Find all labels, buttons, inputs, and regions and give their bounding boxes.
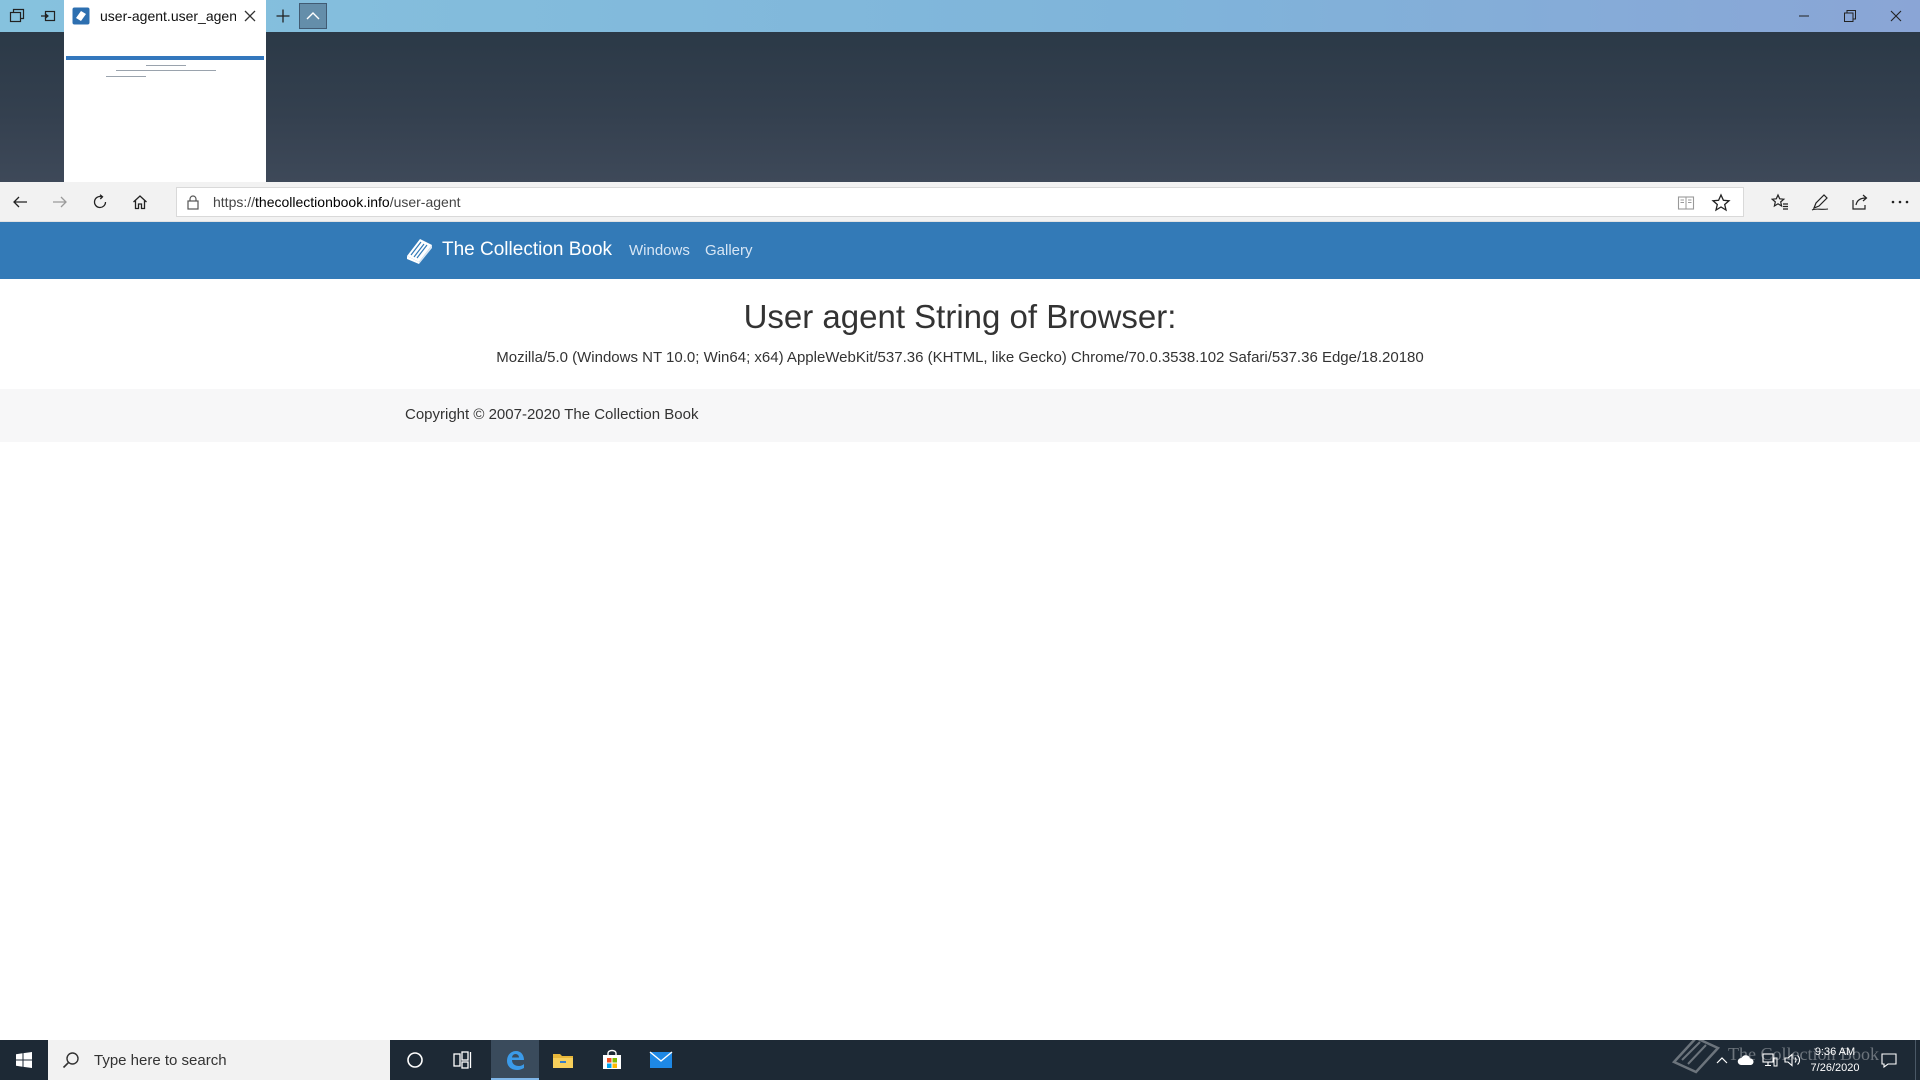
lock-icon[interactable] <box>185 194 201 210</box>
site-favicon-icon <box>72 7 90 25</box>
watermark-text: The Collection Book <box>1728 1043 1879 1064</box>
tab-bar: user-agent.user_agent - <box>0 0 1920 32</box>
start-button[interactable] <box>0 1040 48 1080</box>
task-view-icon <box>453 1051 472 1069</box>
reading-view-icon[interactable] <box>1677 194 1695 212</box>
set-aside-tabs-button[interactable] <box>33 3 63 29</box>
thumbnail-text-line <box>116 70 216 71</box>
page-title: User agent String of Browser: <box>743 298 1177 335</box>
nav-link-windows[interactable]: Windows <box>629 242 690 259</box>
taskbar-file-explorer[interactable] <box>539 1040 587 1080</box>
collapse-preview-icon <box>306 12 320 20</box>
taskbar-edge[interactable] <box>491 1040 539 1080</box>
taskbar-mail[interactable] <box>637 1040 685 1080</box>
thumbnail-nav-bar <box>66 56 264 60</box>
tab-title: user-agent.user_agent - <box>100 8 236 24</box>
windows-taskbar: 9:36 AM 7/26/2020 <box>0 1040 1920 1080</box>
address-url[interactable]: https://thecollectionbook.info/user-agen… <box>213 194 461 210</box>
new-tab-icon <box>276 9 290 23</box>
nav-link-gallery[interactable]: Gallery <box>705 242 753 259</box>
search-input[interactable] <box>92 1050 386 1070</box>
cortana-icon <box>407 1052 423 1068</box>
forward-icon <box>53 196 67 208</box>
set-aside-icon <box>41 10 56 22</box>
site-footer: Copyright © 2007-2020 The Collection Boo… <box>0 389 1920 442</box>
cortana-button[interactable] <box>391 1040 439 1080</box>
edge-icon <box>507 1051 524 1070</box>
address-bar[interactable]: https://thecollectionbook.info/user-agen… <box>176 187 1744 217</box>
favorite-star-icon[interactable] <box>1711 193 1731 213</box>
hide-tab-previews-button[interactable] <box>299 3 327 29</box>
tab-list-button[interactable] <box>2 3 32 29</box>
close-tab-icon[interactable] <box>242 8 258 24</box>
url-path: /user-agent <box>389 194 461 210</box>
web-note-button[interactable] <box>1800 182 1840 222</box>
site-navbar: The Collection Book Windows Gallery <box>0 222 1920 279</box>
restore-button[interactable] <box>1827 0 1873 32</box>
new-tab-button[interactable] <box>268 3 298 29</box>
thumbnail-footer-line <box>106 76 146 77</box>
close-window-icon <box>1890 10 1902 22</box>
thumbnail-heading-line <box>146 65 186 66</box>
close-window-button[interactable] <box>1873 0 1919 32</box>
share-button[interactable] <box>1840 182 1880 222</box>
brand-name: The Collection Book <box>442 239 613 260</box>
copyright-text: Copyright © 2007-2020 The Collection Boo… <box>405 406 699 423</box>
search-icon <box>62 1052 79 1069</box>
mail-icon <box>649 1051 673 1068</box>
notification-icon <box>1881 1052 1897 1068</box>
back-icon <box>13 196 27 208</box>
tab-preview-thumbnail[interactable] <box>64 32 266 182</box>
store-icon <box>603 1049 621 1069</box>
user-agent-string: Mozilla/5.0 (Windows NT 10.0; Win64; x64… <box>496 349 1424 366</box>
tab-preview-strip <box>0 32 1920 182</box>
minimize-icon <box>1799 15 1809 17</box>
url-scheme: https:// <box>213 194 256 210</box>
taskbar-search[interactable] <box>48 1040 390 1080</box>
windows-start-icon <box>16 1052 32 1068</box>
site-brand[interactable]: The Collection Book <box>404 236 612 264</box>
book-logo-icon <box>407 239 432 264</box>
book-watermark-icon <box>1671 1036 1721 1074</box>
favorites-button[interactable] <box>1760 182 1800 222</box>
settings-more-button[interactable] <box>1880 182 1920 222</box>
forward-button[interactable] <box>40 182 80 222</box>
more-icon <box>1891 200 1909 204</box>
tab-list-icon <box>9 8 25 23</box>
pen-icon <box>1811 194 1829 211</box>
watermark: The Collection Book <box>1670 1034 1879 1074</box>
restore-icon <box>1844 10 1856 22</box>
file-explorer-icon <box>553 1054 573 1068</box>
refresh-icon <box>93 194 107 209</box>
refresh-button[interactable] <box>80 182 120 222</box>
home-button[interactable] <box>120 182 160 222</box>
back-button[interactable] <box>0 182 40 222</box>
url-host: thecollectionbook.info <box>255 194 390 210</box>
active-tab[interactable]: user-agent.user_agent - <box>64 0 266 32</box>
task-view-button[interactable] <box>439 1040 487 1080</box>
show-desktop-button[interactable] <box>1915 1040 1920 1080</box>
favorites-list-icon <box>1771 193 1788 210</box>
minimize-button[interactable] <box>1781 0 1827 32</box>
taskbar-store[interactable] <box>588 1040 636 1080</box>
home-icon <box>133 195 147 210</box>
share-icon <box>1852 194 1868 210</box>
browser-toolbar: https://thecollectionbook.info/user-agen… <box>0 182 1920 222</box>
